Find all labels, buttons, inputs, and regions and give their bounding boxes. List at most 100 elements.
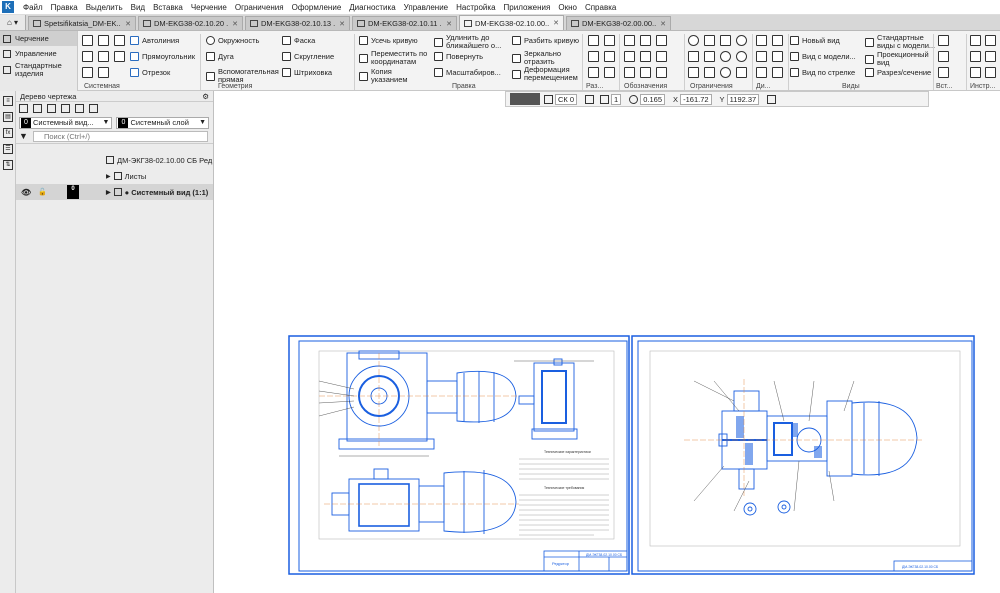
sort-icon[interactable]: ⇅ — [3, 160, 13, 170]
tree-tool-icon[interactable] — [19, 104, 28, 113]
tree-item-document[interactable]: ДМ-ЭКГ38-02.10.00 СБ Ред — [16, 152, 213, 168]
chevron-right-icon[interactable]: ▶ — [106, 173, 111, 180]
fillet-button[interactable]: Скругление — [282, 52, 334, 61]
close-icon[interactable]: ✕ — [232, 20, 238, 28]
layer-select[interactable]: 0 Системный слой ▼ — [116, 116, 209, 129]
menu-formatting[interactable]: Оформление — [288, 3, 346, 12]
arrow-view-button[interactable]: Вид по стрелке — [790, 68, 855, 77]
variables-icon[interactable]: fx — [3, 128, 13, 138]
tree-icon[interactable]: ≡ — [3, 96, 13, 106]
deform-button[interactable]: Деформация перемещением — [512, 66, 584, 82]
constraint-icon[interactable] — [720, 51, 731, 62]
diameter-dimension-icon[interactable] — [604, 51, 615, 62]
menu-help[interactable]: Справка — [581, 3, 620, 12]
extend-button[interactable]: Удлинить до ближайшего о... — [434, 34, 512, 50]
dimension-icon[interactable] — [588, 35, 599, 46]
diagnostics-icon[interactable] — [772, 67, 783, 78]
mark-icon[interactable] — [656, 51, 667, 62]
menu-view[interactable]: Вид — [127, 3, 149, 12]
position-icon[interactable] — [656, 35, 667, 46]
hatch-button[interactable]: Штриховка — [282, 68, 332, 77]
tool-icon[interactable] — [985, 51, 996, 62]
tool-icon[interactable] — [970, 67, 981, 78]
close-icon[interactable]: ✕ — [125, 20, 131, 28]
insert-icon[interactable] — [938, 67, 949, 78]
insert-icon[interactable] — [938, 51, 949, 62]
view-from-model-button[interactable]: Вид с модели... — [790, 52, 856, 61]
move-by-coordinates-button[interactable]: Переместить по координатам — [359, 50, 433, 66]
drawing-canvas[interactable]: Технические характеристики Технические т… — [214, 91, 1000, 593]
close-icon[interactable]: ✕ — [660, 20, 666, 28]
eye-icon[interactable]: 👁 — [21, 188, 31, 197]
constraint-icon[interactable] — [736, 35, 747, 46]
tool-icon[interactable] — [985, 67, 996, 78]
tab-document[interactable]: Spetsifikatsia_DM-EK... ✕ — [28, 16, 136, 30]
tree-tool-icon[interactable] — [47, 104, 56, 113]
split-curve-button[interactable]: Разбить кривую — [512, 36, 579, 45]
new-document-icon[interactable] — [82, 35, 93, 46]
close-icon[interactable]: ✕ — [446, 20, 452, 28]
app-logo-icon[interactable]: K — [2, 1, 14, 13]
scale-button[interactable]: Масштабиров... — [434, 68, 501, 77]
tree-item-system-view[interactable]: 👁 🔓 0 ▶ ● Системный вид (1:1) — [16, 184, 213, 200]
tree-tool-icon[interactable] — [33, 104, 42, 113]
tree-tool-icon[interactable] — [61, 104, 70, 113]
menu-drawing[interactable]: Черчение — [187, 3, 231, 12]
diagnostics-icon[interactable] — [756, 35, 767, 46]
nav-standard-parts[interactable]: Стандартные изделия — [0, 61, 77, 79]
undo-icon[interactable] — [82, 67, 93, 78]
layers-icon[interactable]: ▤ — [3, 112, 13, 122]
copy-icon[interactable] — [98, 51, 109, 62]
orthogonal-icon[interactable] — [585, 93, 596, 105]
gear-icon[interactable]: ⚙ — [202, 92, 209, 101]
mirror-button[interactable]: Зеркально отразить — [512, 50, 580, 66]
close-icon[interactable]: ✕ — [339, 20, 345, 28]
style-select[interactable]: 1 — [600, 93, 625, 105]
leader-icon[interactable] — [640, 35, 651, 46]
menu-insert[interactable]: Вставка — [149, 3, 187, 12]
paste-icon[interactable] — [114, 51, 125, 62]
menu-diagnostics[interactable]: Диагностика — [345, 3, 399, 12]
axis-icon[interactable] — [656, 67, 667, 78]
segment-button[interactable]: Отрезок — [130, 68, 170, 77]
menu-management[interactable]: Управление — [400, 3, 452, 12]
menu-edit[interactable]: Правка — [47, 3, 82, 12]
constraint-icon[interactable] — [704, 51, 715, 62]
tab-document[interactable]: DM-EKG38-02.10.20 ... ✕ — [138, 16, 243, 30]
line-dimension-icon[interactable] — [588, 67, 599, 78]
angle-dimension-icon[interactable] — [604, 35, 615, 46]
text-icon[interactable] — [624, 67, 635, 78]
tree-item-sheets[interactable]: ▶ Листы — [16, 168, 213, 184]
base-icon[interactable] — [624, 51, 635, 62]
nav-drawing[interactable]: Черчение — [0, 31, 77, 46]
constraint-icon[interactable] — [720, 35, 731, 46]
filter-icon[interactable]: ▼ — [19, 132, 29, 141]
constraint-icon[interactable] — [688, 51, 699, 62]
home-icon[interactable]: ⌂ ▾ — [0, 15, 26, 30]
tab-document-active[interactable]: DM-EKG38-02.10.00.... ✕ — [459, 15, 564, 30]
tree-tool-icon[interactable] — [89, 104, 98, 113]
diagnostics-icon[interactable] — [772, 51, 783, 62]
diagnostics-icon[interactable] — [772, 35, 783, 46]
tool-icon[interactable] — [985, 35, 996, 46]
zoom-field[interactable]: 0.165 — [629, 93, 669, 105]
diagnostics-icon[interactable] — [756, 51, 767, 62]
rotate-button[interactable]: Повернуть — [434, 52, 483, 61]
menu-select[interactable]: Выделить — [82, 3, 127, 12]
diagnostics-icon[interactable] — [756, 67, 767, 78]
insert-icon[interactable] — [938, 35, 949, 46]
autoline-button[interactable]: Автолиния — [130, 36, 179, 45]
standard-views-button[interactable]: Стандартные виды с модели... — [865, 34, 941, 50]
chevron-right-icon[interactable]: ▶ — [106, 189, 111, 196]
arc-button[interactable]: Дуга — [206, 52, 234, 61]
radius-dimension-icon[interactable] — [588, 51, 599, 62]
constraint-icon[interactable] — [688, 67, 699, 78]
constraint-icon[interactable] — [736, 67, 747, 78]
open-icon[interactable] — [98, 35, 109, 46]
constraint-icon[interactable] — [688, 35, 699, 46]
menu-file[interactable]: Файл — [19, 3, 47, 12]
circle-button[interactable]: Окружность — [206, 36, 259, 45]
lock-icon[interactable]: 🔓 — [38, 188, 47, 196]
section-view-button[interactable]: Разрез/сечение — [865, 68, 931, 77]
view-select[interactable]: 0 Системный вид... ▼ — [19, 116, 113, 129]
